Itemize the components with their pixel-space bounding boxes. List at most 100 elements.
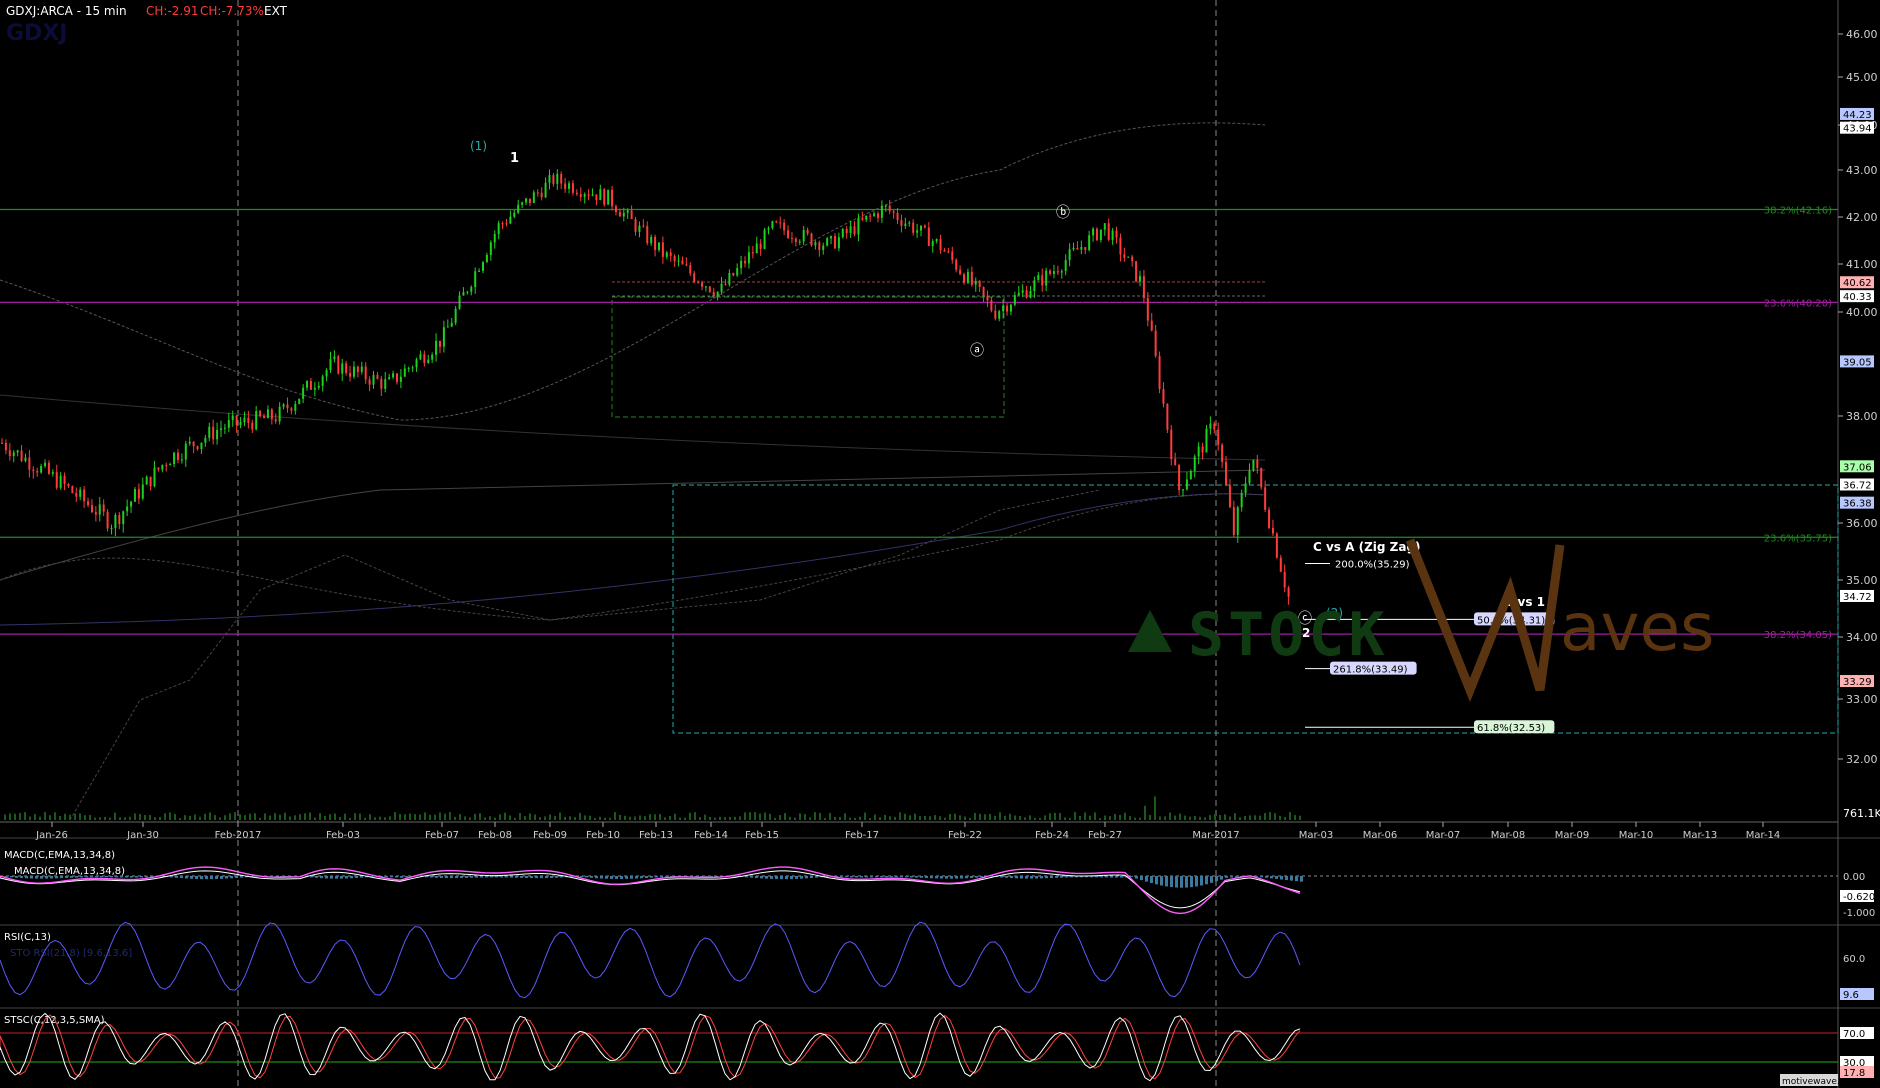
candle-body [634, 219, 637, 232]
time-tick-label: Feb-2017 [215, 830, 262, 841]
volume-bar [259, 817, 261, 820]
candle-body [685, 264, 688, 266]
macd-histogram-bar [890, 876, 893, 878]
macd-histogram-bar [760, 876, 763, 879]
candle-body [1103, 223, 1106, 230]
macd-histogram-bar [1110, 876, 1113, 878]
volume-bar [609, 817, 611, 820]
macd-histogram-bar [1135, 876, 1138, 879]
volume-bar [354, 813, 356, 820]
watermark-ticker: GDXJ [6, 21, 67, 46]
wave-1-paren-label: (1) [470, 139, 487, 153]
macd-subtitle: MACD(C,EMA,13,34,8) [14, 866, 125, 877]
volume-bar [249, 813, 251, 820]
volume-bar [914, 813, 916, 820]
price-tick-label: 36.00 [1846, 517, 1878, 530]
volume-bar [1074, 812, 1076, 820]
volume-bar [434, 814, 436, 820]
candle-body [880, 205, 883, 218]
candle-body [306, 381, 309, 388]
volume-bar [349, 817, 351, 820]
macd-histogram-bar [930, 876, 933, 879]
candle-body [192, 441, 195, 447]
volume-bar [584, 815, 586, 820]
candle-body [44, 462, 47, 467]
volume-bar [844, 813, 846, 820]
volume-bar [289, 816, 291, 820]
macd-histogram-bar [875, 876, 878, 878]
projection-label: 50.0%(34.31) [1477, 615, 1545, 626]
candle-body [814, 242, 817, 246]
macd-histogram-bar [955, 876, 958, 879]
volume-bar [739, 816, 741, 820]
candle-body [298, 398, 301, 404]
volume-bar [144, 815, 146, 820]
volume-bar [89, 814, 91, 820]
macd-histogram-bar [1280, 876, 1283, 880]
macd-histogram-bar [600, 876, 603, 879]
time-tick-label: Mar-10 [1619, 830, 1654, 841]
macd-histogram-bar [785, 876, 788, 880]
candle-body [618, 212, 621, 217]
candle-body [744, 260, 747, 264]
macd-histogram-bar [1230, 876, 1233, 878]
macd-histogram-bar [855, 876, 858, 878]
candle-body [689, 265, 692, 274]
macd-histogram-bar [655, 876, 658, 878]
volume-bar [149, 814, 151, 820]
volume-bar [419, 814, 421, 820]
volume-bar [494, 817, 496, 820]
candle-body [208, 426, 211, 438]
volume-bar [799, 813, 801, 820]
candle-body [1205, 428, 1208, 453]
candle-body [1029, 291, 1032, 298]
volume-bar [639, 815, 641, 820]
candle-body [266, 409, 269, 419]
macd-histogram-bar [625, 876, 628, 879]
volume-bar [724, 817, 726, 820]
macd-histogram-bar [650, 876, 653, 878]
candle-body [157, 467, 160, 470]
macd-histogram-bar [1270, 876, 1273, 879]
candle-body [51, 472, 54, 474]
volume-bar [34, 814, 36, 820]
macd-histogram-bar [1210, 876, 1213, 883]
price-axis[interactable]: 46.0045.0044.0043.0042.0041.0040.0038.00… [1838, 28, 1878, 766]
candle-body [978, 280, 981, 287]
candle-body [603, 189, 606, 205]
candle-body [1268, 509, 1271, 528]
candle-body [63, 475, 66, 485]
macd-histogram-bar [1050, 876, 1053, 879]
candle-body [970, 271, 973, 285]
macd-histogram-bar [1130, 876, 1133, 877]
macd-histogram-bar [205, 876, 208, 880]
candle-body [259, 411, 262, 417]
candle-body [67, 484, 70, 487]
volume-bars [4, 796, 1301, 820]
macd-histogram-bar [465, 876, 468, 878]
candle-body [1052, 271, 1055, 274]
volume-bar [9, 813, 11, 820]
candle-body [360, 366, 363, 372]
candle-body [568, 183, 571, 189]
candle-body [1127, 256, 1130, 258]
macd-histogram-bar [1165, 876, 1168, 887]
candle-body [693, 273, 696, 282]
candle-body [223, 427, 226, 429]
candle-body [1240, 492, 1243, 508]
volume-bar [1279, 815, 1281, 820]
price-tag-label: 37.06 [1843, 462, 1872, 473]
macd-histogram-bar [475, 876, 478, 878]
volume-bar [839, 816, 841, 820]
candle-body [1209, 423, 1212, 429]
macd-histogram-bar [645, 876, 648, 878]
volume-bar [929, 816, 931, 820]
candle-body [47, 462, 50, 474]
time-tick-label: Mar-2017 [1192, 830, 1239, 841]
price-tick-label: 40.00 [1846, 306, 1878, 319]
candle-body [399, 376, 402, 382]
macd-histogram-bar [125, 876, 128, 878]
macd-histogram-bar [75, 876, 78, 878]
symbol-label: GDXJ:ARCA - 15 min [6, 4, 127, 18]
volume-bar [899, 812, 901, 820]
